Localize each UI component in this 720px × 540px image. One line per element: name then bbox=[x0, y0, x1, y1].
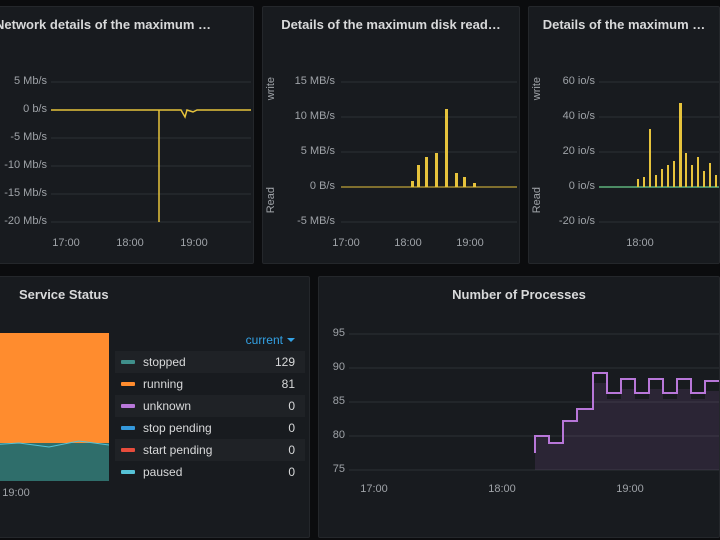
xtick: 18:00 bbox=[615, 237, 665, 249]
panel-service-status[interactable]: Service Status 19:00 current stopped129r… bbox=[0, 276, 310, 538]
ytick: -15 Mb/s bbox=[0, 187, 47, 199]
legend-value: 81 bbox=[269, 377, 295, 391]
xtick: 19:00 bbox=[445, 237, 495, 249]
ytick: 60 io/s bbox=[545, 75, 595, 87]
legend-label: stopped bbox=[143, 355, 269, 369]
ytick: 75 bbox=[319, 463, 345, 475]
xtick: 19:00 bbox=[605, 483, 655, 495]
xtick: 17:00 bbox=[349, 483, 399, 495]
ytick: -10 Mb/s bbox=[0, 159, 47, 171]
legend-value: 0 bbox=[269, 443, 295, 457]
legend-value: 0 bbox=[269, 399, 295, 413]
xtick: 18:00 bbox=[383, 237, 433, 249]
ytick: -20 Mb/s bbox=[0, 215, 47, 227]
legend-item-unknown[interactable]: unknown0 bbox=[115, 395, 305, 417]
legend-header-current[interactable]: current bbox=[115, 331, 305, 351]
legend-label: paused bbox=[143, 465, 269, 479]
legend-value: 129 bbox=[269, 355, 295, 369]
ytick: 10 MB/s bbox=[281, 110, 335, 122]
xtick: 19:00 bbox=[169, 237, 219, 249]
ytick: 85 bbox=[319, 395, 345, 407]
legend-swatch bbox=[121, 382, 135, 386]
panel-title: Service Status bbox=[0, 277, 309, 308]
legend-item-start-pending[interactable]: start pending0 bbox=[115, 439, 305, 461]
legend-label: unknown bbox=[143, 399, 269, 413]
panel-disk[interactable]: Details of the maximum disk read… write … bbox=[262, 6, 520, 264]
legend-swatch bbox=[121, 470, 135, 474]
ytick: -5 Mb/s bbox=[0, 131, 47, 143]
axis-label-write: write bbox=[265, 77, 277, 100]
panel-processes[interactable]: Number of Processes 95 90 85 80 75 17:00… bbox=[318, 276, 720, 538]
legend-item-paused[interactable]: paused0 bbox=[115, 461, 305, 483]
panel-title: Number of Processes bbox=[319, 277, 719, 308]
ytick: 15 MB/s bbox=[281, 75, 335, 87]
panel-title: Network details of the maximum … bbox=[0, 7, 253, 38]
legend-value: 0 bbox=[269, 465, 295, 479]
xtick: 19:00 bbox=[0, 487, 41, 499]
xtick: 18:00 bbox=[105, 237, 155, 249]
legend-swatch bbox=[121, 404, 135, 408]
panel-title: Details of the maximum disk read… bbox=[263, 7, 519, 38]
ytick: 90 bbox=[319, 361, 345, 373]
ytick: 0 b/s bbox=[0, 103, 47, 115]
axis-label-read: Read bbox=[265, 187, 277, 213]
xtick: 17:00 bbox=[41, 237, 91, 249]
ytick: 5 MB/s bbox=[281, 145, 335, 157]
legend-swatch bbox=[121, 426, 135, 430]
ytick: 95 bbox=[319, 327, 345, 339]
ytick: 80 bbox=[319, 429, 345, 441]
ytick: 40 io/s bbox=[545, 110, 595, 122]
panel-title: Details of the maximum … bbox=[529, 7, 719, 38]
ytick: 0 B/s bbox=[281, 180, 335, 192]
ytick: -5 MB/s bbox=[281, 215, 335, 227]
legend-item-running[interactable]: running81 bbox=[115, 373, 305, 395]
xtick: 17:00 bbox=[321, 237, 371, 249]
ytick: 5 Mb/s bbox=[0, 75, 47, 87]
ytick: 0 io/s bbox=[545, 180, 595, 192]
axis-label-read: Read bbox=[531, 187, 543, 213]
axis-label-write: write bbox=[531, 77, 543, 100]
legend-item-stopped[interactable]: stopped129 bbox=[115, 351, 305, 373]
xtick: 18:00 bbox=[477, 483, 527, 495]
ytick: -20 io/s bbox=[545, 215, 595, 227]
legend-swatch bbox=[121, 448, 135, 452]
legend-swatch bbox=[121, 360, 135, 364]
panel-network[interactable]: Network details of the maximum … 5 Mb/s … bbox=[0, 6, 254, 264]
legend-label: running bbox=[143, 377, 269, 391]
legend-label: start pending bbox=[143, 443, 269, 457]
panel-io[interactable]: Details of the maximum … write Read 60 i… bbox=[528, 6, 720, 264]
legend-label: stop pending bbox=[143, 421, 269, 435]
ytick: 20 io/s bbox=[545, 145, 595, 157]
chart-service-status bbox=[0, 333, 109, 481]
legend: current stopped129running81unknown0stop … bbox=[115, 331, 305, 483]
legend-value: 0 bbox=[269, 421, 295, 435]
legend-item-stop-pending[interactable]: stop pending0 bbox=[115, 417, 305, 439]
